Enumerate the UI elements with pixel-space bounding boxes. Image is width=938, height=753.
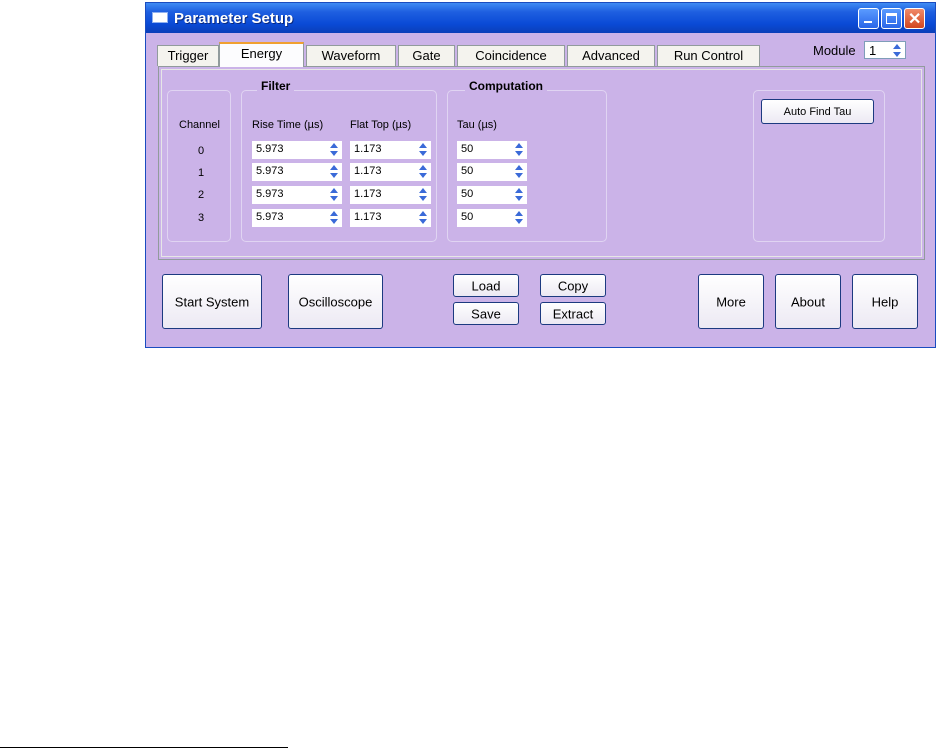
tab-coincidence[interactable]: Coincidence	[457, 45, 565, 66]
window-title: Parameter Setup	[174, 10, 294, 27]
channel-label: 0	[198, 145, 205, 157]
module-label: Module	[813, 43, 856, 58]
tab-run-control[interactable]: Run Control	[657, 45, 760, 66]
footnote-rule	[0, 747, 288, 748]
load-button[interactable]: Load	[453, 274, 519, 297]
computation-title: Computation	[465, 79, 547, 93]
maximize-button[interactable]	[881, 8, 902, 29]
channel-label: 2	[198, 189, 205, 201]
spinner-arrows-icon[interactable]	[418, 188, 428, 202]
rise-time-header: Rise Time (µs)	[252, 119, 324, 131]
tau-input[interactable]: 50	[457, 209, 527, 227]
tau-input[interactable]: 50	[457, 141, 527, 159]
spinner-arrows-icon[interactable]	[514, 211, 524, 225]
tab-energy[interactable]: Energy	[219, 42, 304, 67]
spinner-arrows-icon[interactable]	[514, 165, 524, 179]
save-button[interactable]: Save	[453, 302, 519, 325]
rise-time-input[interactable]: 5.973	[252, 209, 342, 227]
tau-header: Tau (µs)	[457, 119, 497, 131]
spinner-arrows-icon[interactable]	[329, 211, 339, 225]
channel-label: 1	[198, 167, 205, 179]
maximize-icon	[886, 13, 897, 24]
tab-gate[interactable]: Gate	[398, 45, 455, 66]
copy-button[interactable]: Copy	[540, 274, 606, 297]
flat-top-input[interactable]: 1.173	[350, 209, 431, 227]
title-bar[interactable]: Parameter Setup ✕	[146, 3, 935, 33]
module-spinner[interactable]: 1	[864, 41, 906, 59]
flat-top-input[interactable]: 1.173	[350, 163, 431, 181]
spinner-arrows-icon[interactable]	[418, 143, 428, 157]
energy-tab-panel: Channel 0 1 2 3 Filter Rise Time (µs) Fl…	[158, 66, 925, 260]
close-button[interactable]: ✕	[904, 8, 925, 29]
about-button[interactable]: About	[775, 274, 841, 329]
oscilloscope-button[interactable]: Oscilloscope	[288, 274, 383, 329]
tau-input[interactable]: 50	[457, 186, 527, 204]
tab-advanced[interactable]: Advanced	[567, 45, 655, 66]
tau-input[interactable]: 50	[457, 163, 527, 181]
start-system-button[interactable]: Start System	[162, 274, 262, 329]
spinner-arrows-icon[interactable]	[329, 165, 339, 179]
module-value: 1	[869, 43, 877, 58]
flat-top-input[interactable]: 1.173	[350, 186, 431, 204]
spinner-arrows-icon[interactable]	[329, 143, 339, 157]
window-icon	[152, 12, 168, 23]
rise-time-input[interactable]: 5.973	[252, 186, 342, 204]
flat-top-header: Flat Top (µs)	[350, 119, 412, 131]
tab-trigger[interactable]: Trigger	[157, 45, 219, 66]
spinner-arrows-icon[interactable]	[514, 188, 524, 202]
minimize-icon	[864, 21, 872, 23]
parameter-setup-window: Parameter Setup ✕ Trigger Energy Wavefor…	[145, 2, 936, 348]
rise-time-input[interactable]: 5.973	[252, 141, 342, 159]
help-button[interactable]: Help	[852, 274, 918, 329]
spinner-arrows-icon[interactable]	[418, 165, 428, 179]
minimize-button[interactable]	[858, 8, 879, 29]
auto-find-tau-button[interactable]: Auto Find Tau	[761, 99, 874, 124]
tab-waveform[interactable]: Waveform	[306, 45, 396, 66]
filter-title: Filter	[257, 79, 295, 93]
channel-label: 3	[198, 212, 205, 224]
spinner-arrows-icon[interactable]	[329, 188, 339, 202]
rise-time-input[interactable]: 5.973	[252, 163, 342, 181]
spinner-arrows-icon[interactable]	[892, 44, 902, 58]
more-button[interactable]: More	[698, 274, 764, 329]
spinner-arrows-icon[interactable]	[418, 211, 428, 225]
flat-top-input[interactable]: 1.173	[350, 141, 431, 159]
extract-button[interactable]: Extract	[540, 302, 606, 325]
spinner-arrows-icon[interactable]	[514, 143, 524, 157]
close-icon: ✕	[908, 11, 922, 28]
channel-header: Channel	[179, 119, 220, 131]
